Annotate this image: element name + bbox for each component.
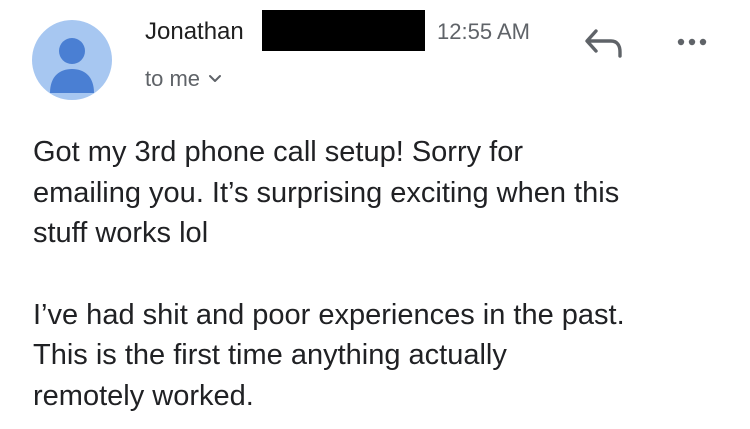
redaction-box (262, 10, 425, 51)
more-options-icon (677, 38, 707, 46)
email-view: Jonathan 12:55 AM to me Got my 3rd phone… (0, 0, 750, 429)
message-body: Got my 3rd phone call setup! Sorry for e… (33, 132, 733, 416)
reply-icon (585, 29, 622, 58)
chevron-down-icon (209, 75, 222, 82)
message-paragraph: Got my 3rd phone call setup! Sorry for e… (33, 136, 620, 249)
email-timestamp: 12:55 AM (437, 19, 530, 44)
sender-name[interactable]: Jonathan (145, 16, 244, 48)
person-avatar-icon (50, 38, 94, 93)
sender-avatar[interactable] (32, 20, 112, 100)
message-paragraph: I’ve had shit and poor experiences in th… (33, 298, 625, 412)
recipient-label: to me (145, 66, 201, 91)
reply-button[interactable] (582, 23, 628, 63)
more-options-button[interactable] (666, 27, 714, 57)
recipient-dropdown[interactable]: to me (145, 64, 222, 94)
